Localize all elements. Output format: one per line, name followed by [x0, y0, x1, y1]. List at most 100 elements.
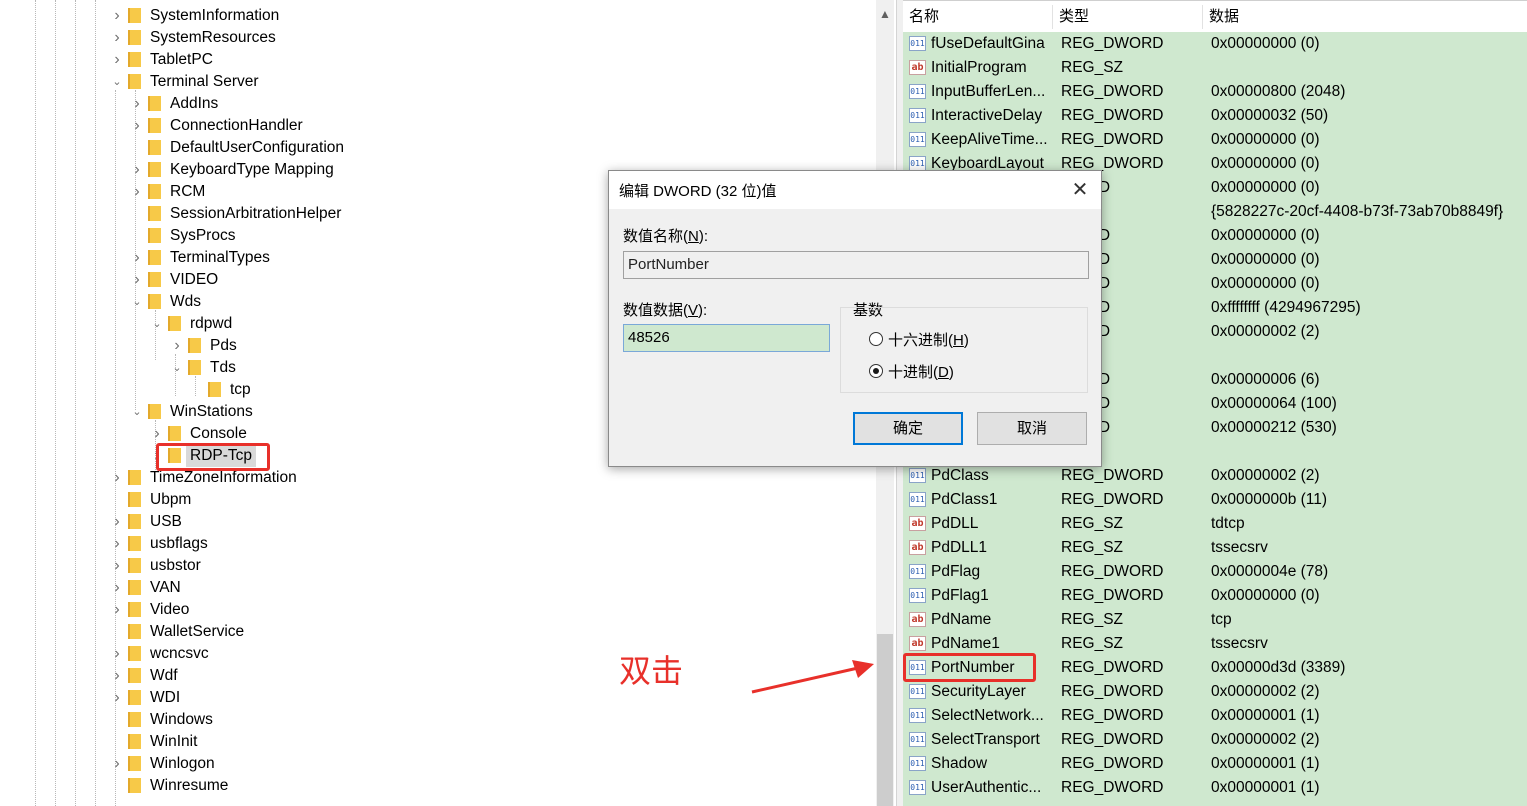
chevron-right-icon[interactable]: ›: [150, 423, 164, 445]
value-name: PdFlag: [931, 563, 981, 580]
reg-dword-icon: 011: [909, 36, 926, 51]
folder-icon: [128, 778, 141, 793]
chevron-right-icon[interactable]: ›: [110, 577, 124, 599]
reg-sz-icon: ab: [909, 540, 926, 555]
hex-radio-label[interactable]: 十六进制(H): [888, 329, 969, 350]
value-data: 0x00000001 (1): [1211, 707, 1320, 724]
chevron-down-icon[interactable]: ⌄: [150, 313, 164, 335]
cancel-button[interactable]: 取消: [977, 412, 1087, 445]
value-data-input[interactable]: 48526: [623, 324, 830, 352]
chevron-right-icon[interactable]: ›: [130, 115, 144, 137]
value-name-field[interactable]: PortNumber: [623, 251, 1089, 279]
ok-button[interactable]: 确定: [853, 412, 963, 445]
chevron-right-icon[interactable]: ›: [110, 555, 124, 577]
value-row[interactable]: ab PdName REG_SZ tcp: [903, 608, 1527, 632]
chevron-right-icon[interactable]: ›: [110, 511, 124, 533]
scroll-up-icon[interactable]: ▲: [876, 4, 894, 24]
value-row[interactable]: 011 InteractiveDelay REG_DWORD 0x00000032 (…: [903, 104, 1527, 128]
annotation-highlight-portnumber: [903, 653, 1036, 682]
reg-dword-icon: 011: [909, 708, 926, 723]
value-row[interactable]: 011 SelectNetwork... REG_DWORD 0x00000001 (…: [903, 704, 1527, 728]
value-row[interactable]: ab PdDLL1 REG_SZ tssecsrv: [903, 536, 1527, 560]
value-type: REG_DWORD: [1061, 35, 1164, 52]
value-row[interactable]: 011 Shadow REG_DWORD 0x00000001 (1): [903, 752, 1527, 776]
value-row[interactable]: 011 PdFlag1 REG_DWORD 0x00000000 (0): [903, 584, 1527, 608]
chevron-right-icon[interactable]: ›: [130, 247, 144, 269]
chevron-right-icon[interactable]: ›: [130, 269, 144, 291]
column-header-data[interactable]: 数据: [1203, 5, 1527, 29]
value-data: 0x00000002 (2): [1211, 467, 1320, 484]
chevron-down-icon[interactable]: ⌄: [130, 401, 144, 423]
folder-icon: [128, 756, 141, 771]
close-icon[interactable]: ✕: [1065, 175, 1095, 205]
chevron-right-icon[interactable]: ›: [130, 93, 144, 115]
tree-node-label: AddIns: [170, 95, 219, 112]
value-row[interactable]: 011 SecurityLayer REG_DWORD 0x00000002 (2): [903, 680, 1527, 704]
value-data: 0x00000000 (0): [1211, 275, 1320, 292]
tree-node-label: Console: [190, 425, 247, 442]
value-name: InteractiveDelay: [931, 107, 1043, 124]
value-name: InputBufferLen...: [931, 83, 1046, 100]
value-data: 0x00000000 (0): [1211, 251, 1320, 268]
folder-icon: [168, 316, 181, 331]
chevron-right-icon[interactable]: ›: [110, 665, 124, 687]
chevron-down-icon[interactable]: ⌄: [130, 291, 144, 313]
column-header-type[interactable]: 类型: [1053, 5, 1203, 29]
dialog-titlebar[interactable]: 编辑 DWORD (32 位)值 ✕: [609, 171, 1101, 209]
folder-icon: [148, 162, 161, 177]
chevron-right-icon[interactable]: ›: [110, 27, 124, 49]
annotation-arrow-icon: [751, 660, 874, 694]
tree-node-label: Video: [150, 601, 190, 618]
value-row[interactable]: 011 SelectTransport REG_DWORD 0x00000002 (2…: [903, 728, 1527, 752]
folder-icon: [148, 140, 161, 155]
value-name: fUseDefaultGina: [931, 35, 1045, 52]
folder-icon: [128, 668, 141, 683]
value-data: 0x00000000 (0): [1211, 131, 1320, 148]
value-row[interactable]: 011 PdClass1 REG_DWORD 0x0000000b (11): [903, 488, 1527, 512]
folder-icon: [128, 30, 141, 45]
value-row[interactable]: 011 fUseDefaultGina REG_DWORD 0x00000000 (0…: [903, 32, 1527, 56]
tree-node-label: SessionArbitrationHelper: [170, 205, 342, 222]
chevron-right-icon[interactable]: ›: [110, 49, 124, 71]
folder-icon: [168, 426, 181, 441]
column-header-name[interactable]: 名称: [903, 5, 1053, 29]
value-row[interactable]: 011 PdFlag REG_DWORD 0x0000004e (78): [903, 560, 1527, 584]
chevron-right-icon[interactable]: ›: [110, 5, 124, 27]
value-row[interactable]: 011 PdClass REG_DWORD 0x00000002 (2): [903, 464, 1527, 488]
chevron-right-icon[interactable]: ›: [110, 533, 124, 555]
decimal-radio-label[interactable]: 十进制(D): [888, 361, 954, 382]
chevron-down-icon[interactable]: ⌄: [110, 71, 124, 93]
chevron-right-icon[interactable]: ›: [170, 335, 184, 357]
value-row[interactable]: 011 KeepAliveTime... REG_DWORD 0x00000000 (…: [903, 128, 1527, 152]
chevron-right-icon[interactable]: ›: [110, 753, 124, 775]
reg-dword-icon: 011: [909, 732, 926, 747]
value-data: 0x00000000 (0): [1211, 587, 1320, 604]
folder-icon: [208, 382, 221, 397]
chevron-right-icon[interactable]: ›: [110, 687, 124, 709]
value-data: tssecsrv: [1211, 635, 1268, 652]
folder-icon: [148, 272, 161, 287]
value-type: REG_DWORD: [1061, 467, 1164, 484]
value-row[interactable]: ab PdDLL REG_SZ tdtcp: [903, 512, 1527, 536]
decimal-radio[interactable]: [869, 364, 883, 378]
reg-sz-icon: ab: [909, 516, 926, 531]
value-type: REG_DWORD: [1061, 779, 1164, 796]
value-type: REG_DWORD: [1061, 107, 1164, 124]
edit-dword-dialog[interactable]: 编辑 DWORD (32 位)值 ✕ 数值名称(N): PortNumber 数…: [608, 170, 1102, 467]
value-row[interactable]: 011 InputBufferLen... REG_DWORD 0x00000800 …: [903, 80, 1527, 104]
value-name: PdDLL1: [931, 539, 988, 556]
chevron-down-icon[interactable]: ⌄: [170, 357, 184, 379]
chevron-right-icon[interactable]: ›: [130, 159, 144, 181]
value-name: PdName: [931, 611, 992, 628]
folder-icon: [128, 646, 141, 661]
value-row[interactable]: 011 UserAuthentic... REG_DWORD 0x00000001 (…: [903, 776, 1527, 800]
chevron-right-icon[interactable]: ›: [110, 643, 124, 665]
chevron-right-icon[interactable]: ›: [130, 181, 144, 203]
base-group: 十六进制(H) 十进制(D): [840, 307, 1088, 393]
chevron-right-icon[interactable]: ›: [110, 599, 124, 621]
value-type: REG_SZ: [1061, 611, 1124, 628]
hex-radio[interactable]: [869, 332, 883, 346]
tree-node-label: DefaultUserConfiguration: [170, 139, 345, 156]
value-row[interactable]: ab InitialProgram REG_SZ: [903, 56, 1527, 80]
chevron-right-icon[interactable]: ›: [110, 467, 124, 489]
